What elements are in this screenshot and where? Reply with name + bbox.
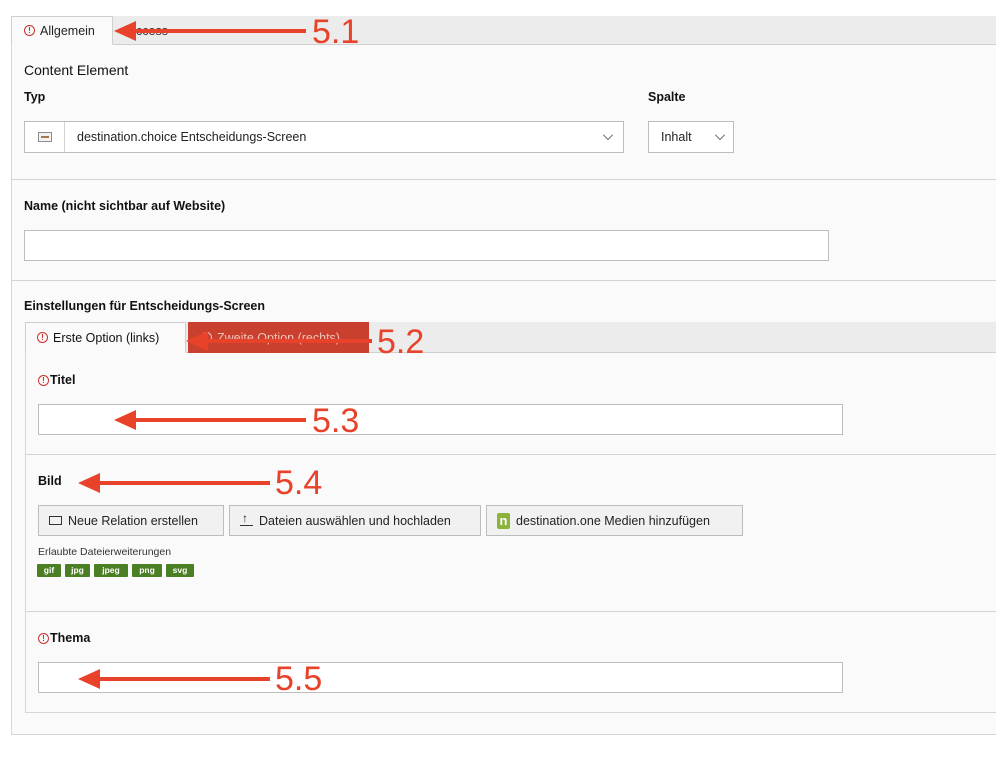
extension-badge: svg [166, 564, 194, 577]
content-type-icon [37, 132, 52, 142]
folder-icon [49, 516, 62, 525]
typ-label: Typ [24, 90, 46, 104]
upload-icon [240, 511, 253, 526]
chevron-down-icon [593, 129, 623, 140]
tab-allgemein-label: Allgemein [40, 23, 95, 38]
divider [26, 611, 996, 612]
new-relation-label: Neue Relation erstellen [68, 513, 198, 528]
allowed-extensions-label: Erlaubte Dateierweiterungen [38, 546, 172, 558]
divider [12, 179, 996, 180]
extension-badge: jpg [65, 564, 90, 577]
annotation-arrow-head [114, 21, 136, 41]
annotation-arrow-line [98, 481, 270, 485]
typ-select[interactable]: destination.choice Entscheidungs-Screen [24, 121, 624, 153]
spalte-select[interactable]: Inhalt [648, 121, 734, 153]
spalte-select-value: Inhalt [661, 130, 692, 144]
annotation-arrow-head [78, 669, 100, 689]
annotation-arrow-head [114, 410, 136, 430]
tab-erste-option-label: Erste Option (links) [53, 330, 160, 345]
warning-icon: ! [38, 374, 49, 386]
divider [12, 280, 996, 281]
tab-zweite-option[interactable]: ! Zweite Option (rechts) [188, 322, 369, 353]
extension-badge: png [132, 564, 162, 577]
extension-badge: gif [37, 564, 61, 577]
divider [26, 454, 996, 455]
media-button[interactable]: n destination.one Medien hinzufügen [486, 505, 743, 536]
upload-label: Dateien auswählen und hochladen [259, 513, 451, 528]
annotation-label: 5.4 [275, 464, 323, 502]
annotation-arrow-line [134, 418, 306, 422]
tab-allgemein[interactable]: ! Allgemein [11, 16, 113, 45]
settings-heading: Einstellungen für Entscheidungs-Screen [24, 299, 266, 313]
tab-erste-option[interactable]: ! Erste Option (links) [25, 322, 186, 353]
warning-icon: ! [37, 332, 48, 343]
new-relation-button[interactable]: Neue Relation erstellen [38, 505, 224, 536]
name-label: Name (nicht sichtbar auf Website) [24, 199, 226, 213]
option-tab-bar: ! Erste Option (links) ! Zweite Option (… [25, 322, 996, 353]
annotation-label: 5.3 [312, 402, 360, 440]
annotation-label: 5.5 [275, 660, 323, 698]
destination-one-icon: n [497, 512, 510, 529]
thema-label: Thema [50, 631, 91, 645]
extension-badge: jpeg [94, 564, 128, 577]
annotation-arrow-head [78, 473, 100, 493]
thema-field-label: ! Thema [38, 631, 90, 645]
section-heading: Content Element [24, 62, 129, 78]
annotation-label: 5.2 [377, 323, 425, 361]
media-label: destination.one Medien hinzufügen [516, 513, 710, 528]
upload-button[interactable]: Dateien auswählen und hochladen [229, 505, 481, 536]
annotation-arrow-head [186, 331, 208, 351]
warning-icon: ! [38, 632, 49, 644]
bild-label: Bild [38, 474, 62, 488]
option-panel: ! Titel Bild Neue Relation erstellen Dat… [25, 353, 996, 713]
content-element-panel: Content Element Typ Spalte destination.c… [11, 45, 996, 735]
annotation-arrow-line [98, 677, 270, 681]
annotation-arrow-line [134, 29, 306, 33]
annotation-arrow-line [206, 339, 372, 343]
chevron-down-icon [707, 129, 733, 140]
annotation-label: 5.1 [312, 13, 360, 51]
titel-label: Titel [50, 373, 76, 387]
warning-icon: ! [24, 25, 35, 36]
titel-field-label: ! Titel [38, 373, 75, 387]
content-type-icon-cell [25, 122, 65, 152]
spalte-label: Spalte [648, 90, 686, 104]
name-input[interactable] [24, 230, 829, 261]
typ-select-value: destination.choice Entscheidungs-Screen [77, 130, 307, 144]
